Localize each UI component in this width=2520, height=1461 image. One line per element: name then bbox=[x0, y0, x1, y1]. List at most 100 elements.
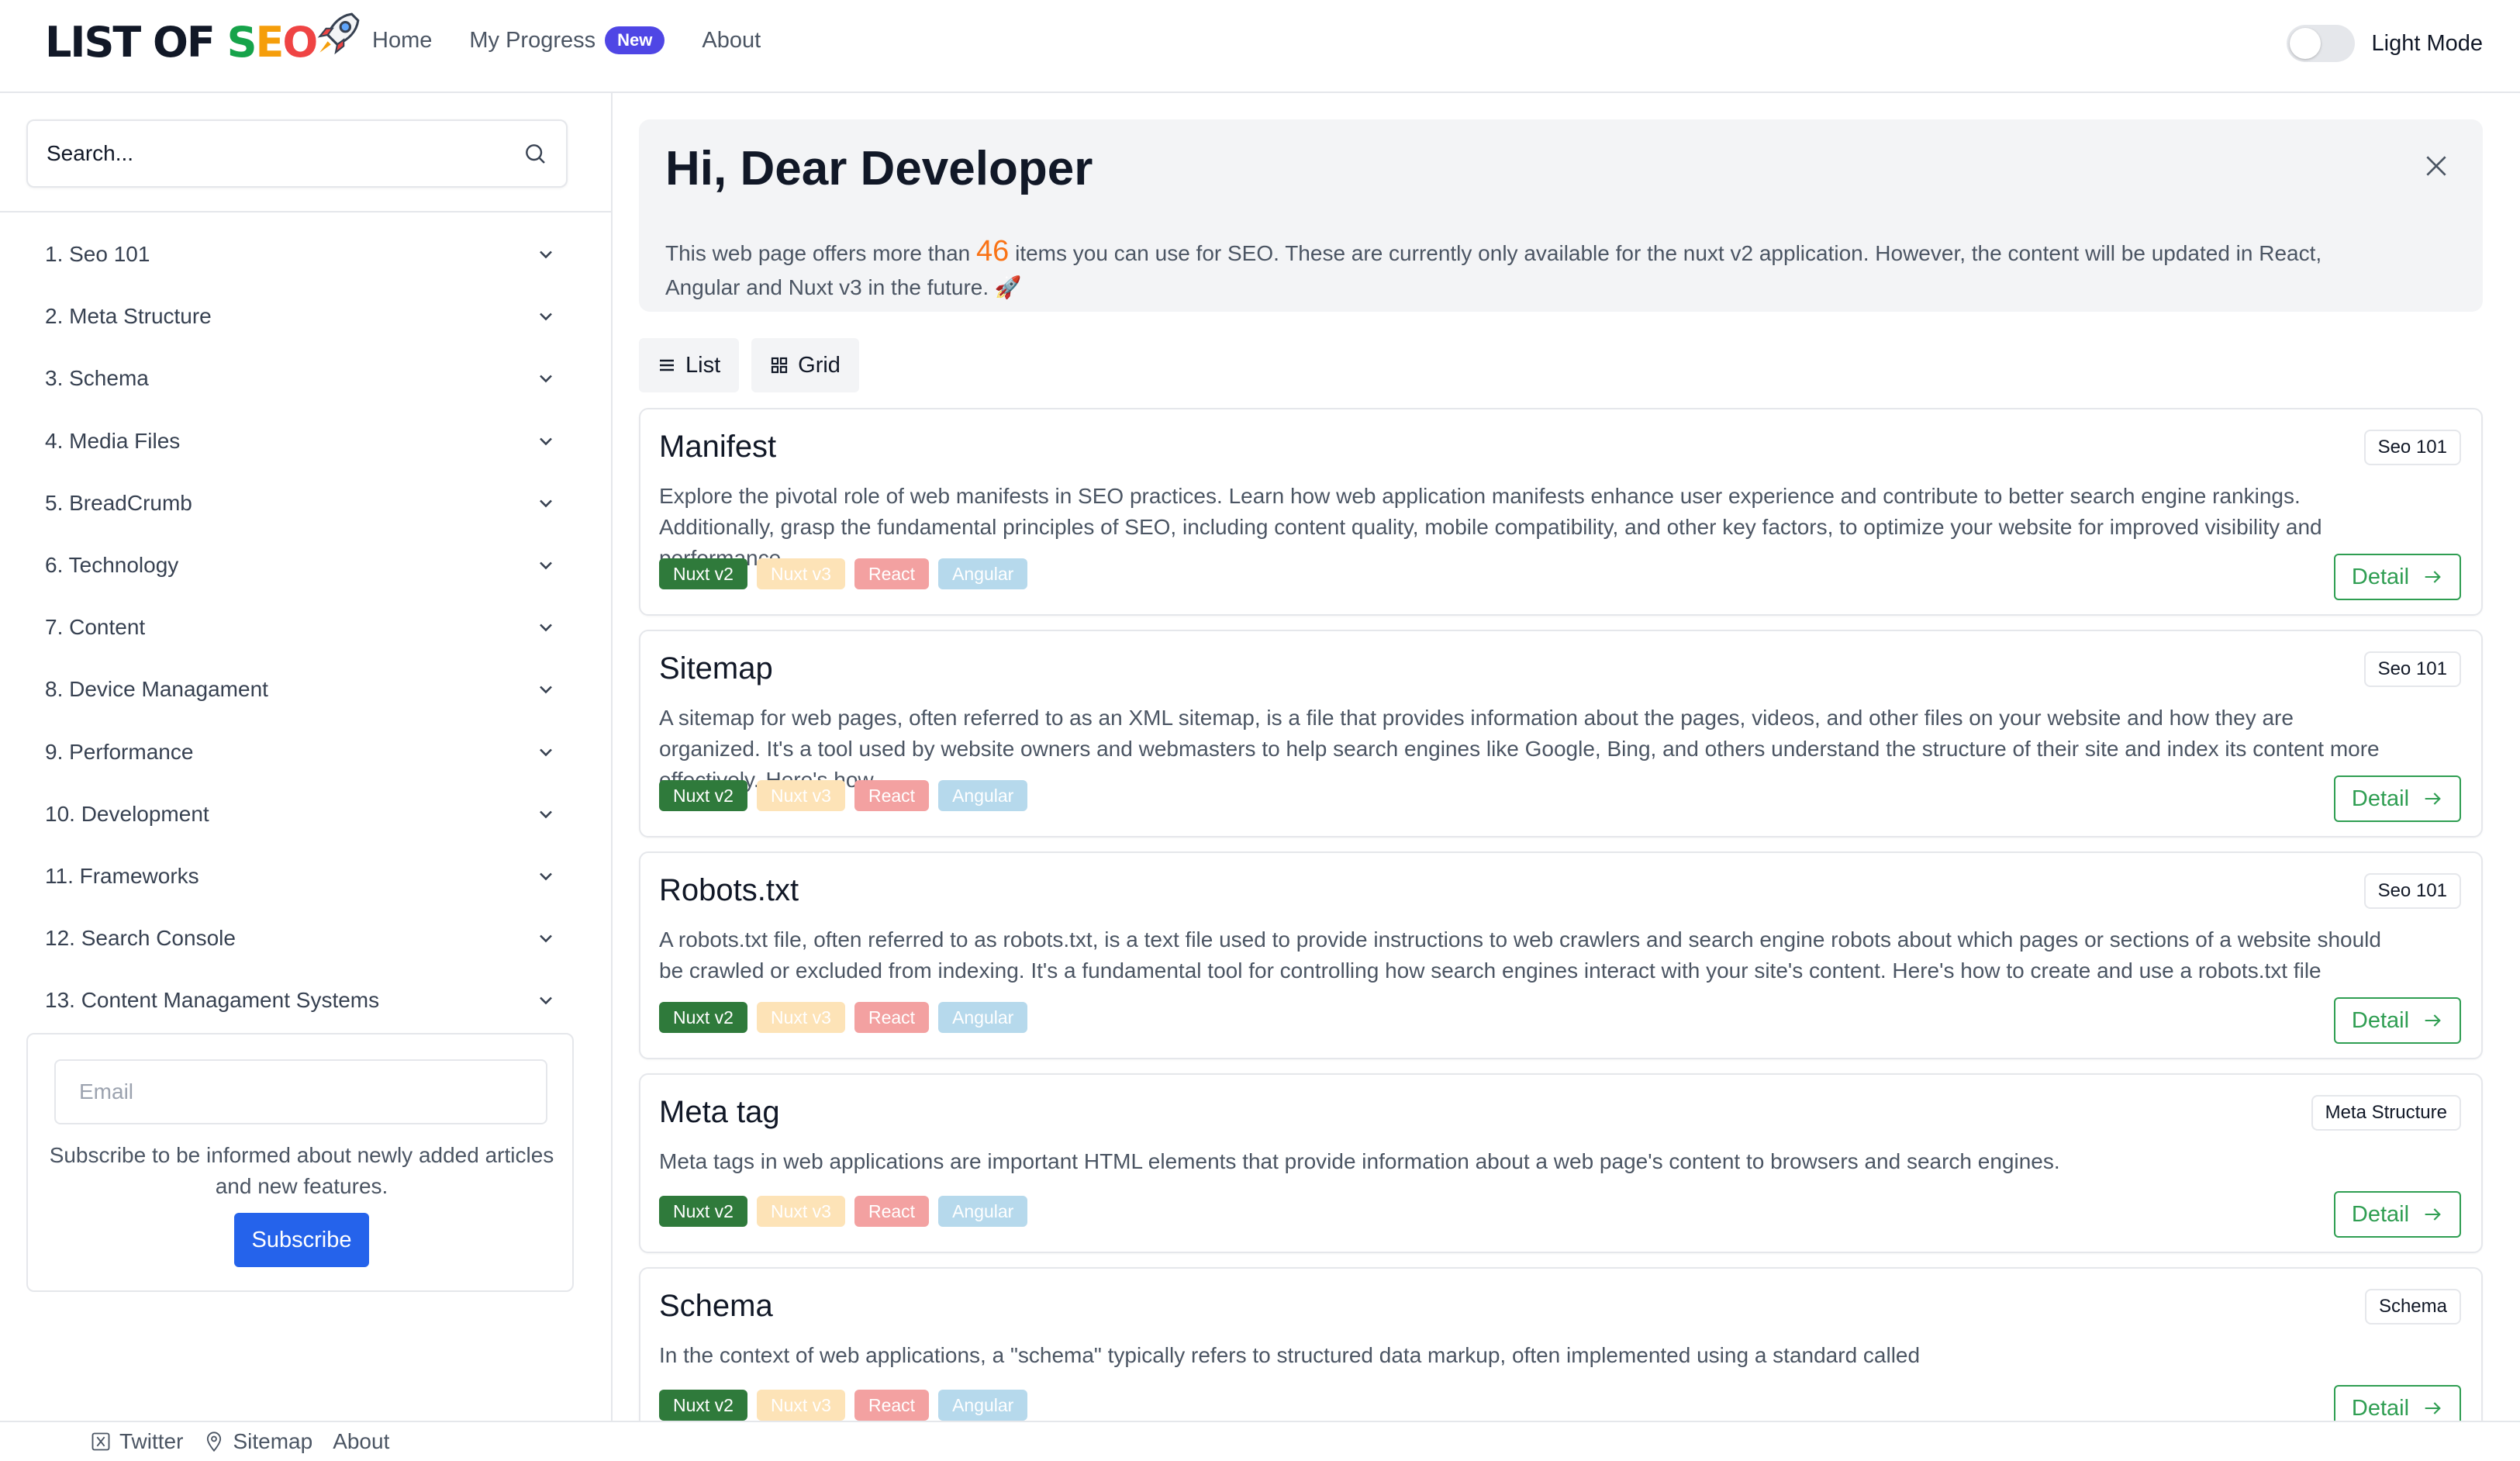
chevron-down-icon bbox=[540, 934, 552, 943]
seo-item-card: Sitemap Seo 101 A sitemap for web pages, o… bbox=[639, 630, 2483, 838]
sidebar-category-label: 10. Development bbox=[45, 801, 209, 826]
footer: Twitter Sitemap About bbox=[0, 1421, 2520, 1461]
list-icon bbox=[660, 359, 674, 371]
tag-nuxt-v3: Nuxt v3 bbox=[756, 780, 845, 811]
tag-angular: Angular bbox=[938, 1196, 1028, 1227]
footer-sitemap-label: Sitemap bbox=[233, 1429, 313, 1453]
search-box bbox=[26, 119, 568, 188]
site-logo[interactable]: LIST OF SEO bbox=[45, 11, 363, 73]
chevron-down-icon bbox=[540, 872, 552, 881]
sidebar-category-item[interactable]: 6. Technology bbox=[45, 534, 557, 596]
close-icon[interactable] bbox=[2421, 150, 2452, 181]
card-title[interactable]: Meta tag bbox=[659, 1095, 780, 1130]
sidebar-category-item[interactable]: 12. Search Console bbox=[45, 907, 557, 969]
sidebar-category-item[interactable]: 2. Meta Structure bbox=[45, 285, 557, 347]
sidebar-category-item[interactable]: 13. Content Managament Systems bbox=[45, 969, 557, 1031]
card-title[interactable]: Manifest bbox=[659, 430, 776, 465]
nav-about[interactable]: About bbox=[702, 28, 761, 54]
sidebar-category-item[interactable]: 9. Performance bbox=[45, 721, 557, 783]
card-title[interactable]: Robots.txt bbox=[659, 873, 799, 908]
framework-tags: Nuxt v2 Nuxt v3 React Angular bbox=[659, 1002, 1028, 1033]
sidebar-category-item[interactable]: 4. Media Files bbox=[45, 410, 557, 472]
sidebar-category-item[interactable]: 5. BreadCrumb bbox=[45, 472, 557, 534]
subscribe-text: Subscribe to be informed about newly add… bbox=[49, 1143, 554, 1198]
sidebar-category-label: 7. Content bbox=[45, 615, 146, 640]
footer-sitemap-link[interactable]: Sitemap bbox=[203, 1429, 312, 1454]
sidebar: 1. Seo 101 2. Meta Structure 3. Schema 4. M… bbox=[0, 93, 613, 1421]
grid-view-button[interactable]: Grid bbox=[751, 338, 859, 392]
tag-nuxt-v2: Nuxt v2 bbox=[659, 1002, 747, 1033]
card-category-badge: Seo 101 bbox=[2363, 873, 2461, 909]
tag-react: React bbox=[854, 1196, 930, 1227]
theme-toggle[interactable] bbox=[2286, 25, 2355, 62]
card-category-badge: Seo 101 bbox=[2363, 430, 2461, 465]
nav-my-progress[interactable]: My Progress New bbox=[469, 26, 665, 54]
detail-button[interactable]: Detail bbox=[2334, 554, 2461, 600]
card-title[interactable]: Sitemap bbox=[659, 651, 773, 686]
welcome-text-start: This web page offers more than bbox=[665, 241, 977, 265]
chevron-down-icon bbox=[540, 313, 552, 321]
subscribe-button[interactable]: Subscribe bbox=[234, 1213, 369, 1267]
detail-button[interactable]: Detail bbox=[2334, 1191, 2461, 1238]
list-view-label: List bbox=[685, 352, 721, 378]
framework-tags: Nuxt v2 Nuxt v3 React Angular bbox=[659, 780, 1028, 811]
detail-label: Detail bbox=[2351, 1395, 2410, 1421]
sidebar-category-label: 5. BreadCrumb bbox=[45, 490, 192, 515]
sidebar-category-label: 6. Technology bbox=[45, 553, 179, 578]
card-description: Meta tags in web applications are import… bbox=[659, 1149, 2060, 1173]
sidebar-category-item[interactable]: 3. Schema bbox=[45, 347, 557, 409]
sidebar-category-item[interactable]: 11. Frameworks bbox=[45, 845, 557, 907]
chevron-down-icon bbox=[540, 686, 552, 694]
category-list: 1. Seo 101 2. Meta Structure 3. Schema 4. M… bbox=[45, 223, 557, 1031]
detail-button[interactable]: Detail bbox=[2334, 1385, 2461, 1421]
card-title[interactable]: Schema bbox=[659, 1289, 773, 1324]
footer-about-link[interactable]: About bbox=[333, 1429, 389, 1454]
chevron-down-icon bbox=[540, 250, 552, 259]
detail-button[interactable]: Detail bbox=[2334, 775, 2461, 822]
nav-home[interactable]: Home bbox=[372, 28, 432, 54]
main-nav: Home My Progress New About bbox=[372, 26, 761, 54]
detail-label: Detail bbox=[2351, 564, 2410, 589]
sidebar-category-label: 11. Frameworks bbox=[45, 863, 199, 888]
chevron-down-icon bbox=[540, 499, 552, 508]
theme-label: Light Mode bbox=[2371, 30, 2484, 56]
card-category-badge: Seo 101 bbox=[2363, 651, 2461, 687]
chevron-down-icon bbox=[540, 437, 552, 445]
nav-progress-label: My Progress bbox=[469, 27, 596, 53]
top-header: LIST OF SEO Home My Progress New About Li… bbox=[0, 0, 2520, 93]
view-toggle: List Grid bbox=[639, 338, 859, 392]
sidebar-category-item[interactable]: 10. Development bbox=[45, 783, 557, 845]
theme-switcher: Light Mode bbox=[2286, 25, 2484, 62]
sidebar-category-label: 3. Schema bbox=[45, 366, 149, 391]
framework-tags: Nuxt v2 Nuxt v3 React Angular bbox=[659, 558, 1028, 589]
tag-nuxt-v2: Nuxt v2 bbox=[659, 780, 747, 811]
welcome-title: Hi, Dear Developer bbox=[665, 142, 1093, 195]
tag-nuxt-v3: Nuxt v3 bbox=[756, 558, 845, 589]
arrow-right-icon bbox=[2425, 1014, 2441, 1027]
sidebar-category-item[interactable]: 8. Device Managament bbox=[45, 658, 557, 720]
chevron-down-icon bbox=[540, 561, 552, 570]
tag-react: React bbox=[854, 780, 930, 811]
footer-about-label: About bbox=[333, 1429, 390, 1453]
card-category-badge: Schema bbox=[2364, 1289, 2461, 1325]
card-description: In the context of web applications, a "s… bbox=[659, 1343, 1921, 1367]
framework-tags: Nuxt v2 Nuxt v3 React Angular bbox=[659, 1390, 1028, 1421]
nav-about-label: About bbox=[702, 27, 761, 53]
sidebar-category-item[interactable]: 1. Seo 101 bbox=[45, 223, 557, 285]
welcome-banner: Hi, Dear Developer This web page offers … bbox=[639, 119, 2483, 312]
tag-react: React bbox=[854, 1390, 930, 1421]
toggle-knob bbox=[2289, 28, 2321, 59]
sidebar-category-item[interactable]: 7. Content bbox=[45, 596, 557, 658]
sidebar-category-label: 8. Device Managament bbox=[45, 677, 268, 702]
seo-item-card: Schema Schema In the context of web applic… bbox=[639, 1267, 2483, 1421]
tag-angular: Angular bbox=[938, 1002, 1028, 1033]
footer-twitter-link[interactable]: Twitter bbox=[90, 1429, 183, 1454]
search-icon[interactable] bbox=[523, 141, 547, 166]
email-field[interactable] bbox=[54, 1059, 547, 1124]
card-category-badge: Meta Structure bbox=[2311, 1095, 2461, 1131]
arrow-right-icon bbox=[2425, 793, 2441, 805]
detail-button[interactable]: Detail bbox=[2334, 997, 2461, 1044]
search-input[interactable] bbox=[47, 141, 523, 166]
tag-nuxt-v2: Nuxt v2 bbox=[659, 1196, 747, 1227]
list-view-button[interactable]: List bbox=[639, 338, 740, 392]
